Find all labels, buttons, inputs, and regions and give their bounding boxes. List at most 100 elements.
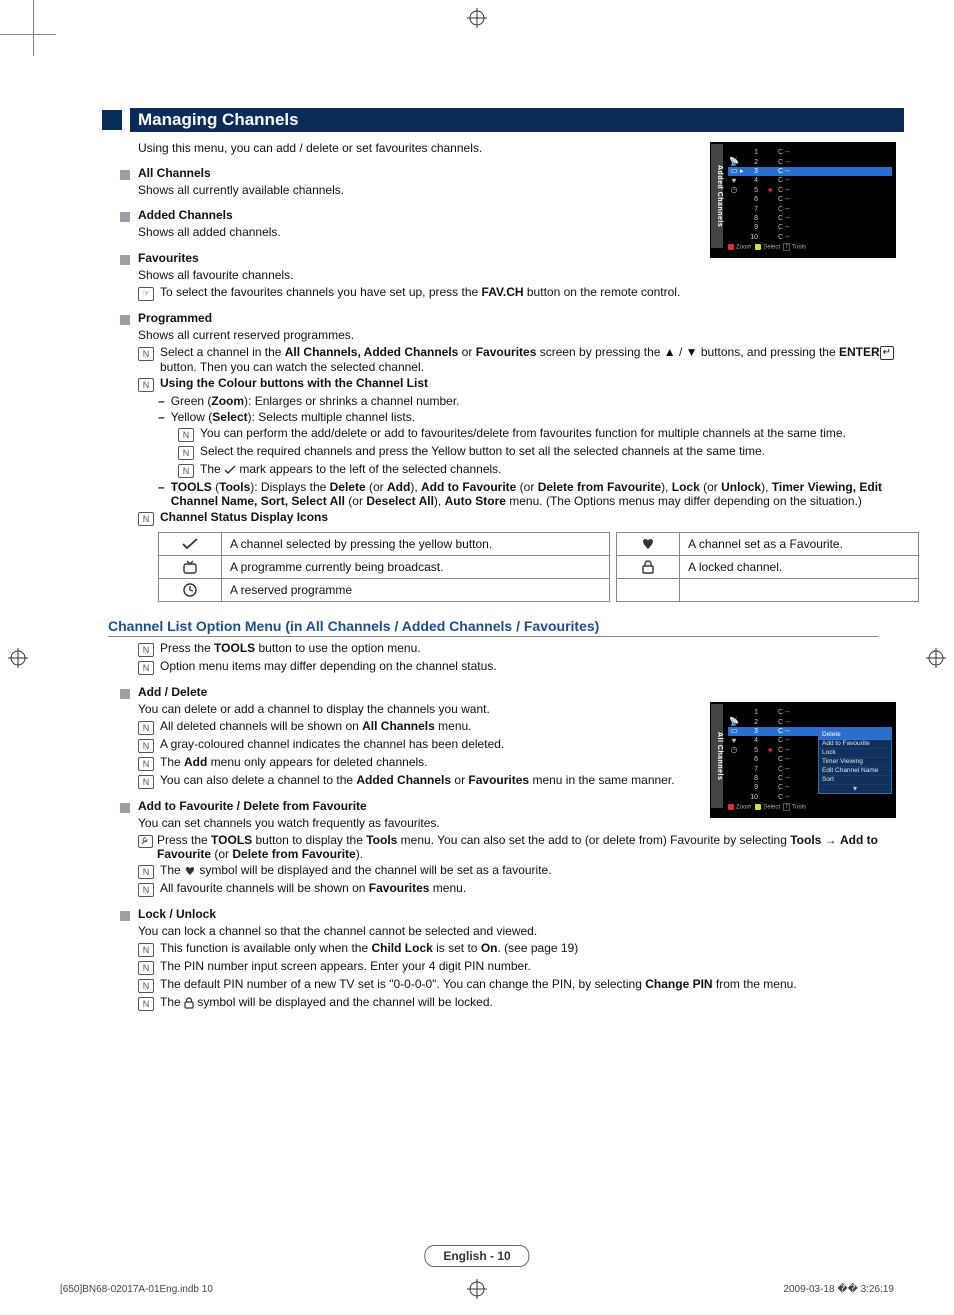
note-icon: N xyxy=(138,979,154,993)
sub-note2: Option menu items may differ depending o… xyxy=(160,659,904,673)
status-row1a: A channel selected by pressing the yello… xyxy=(222,532,610,555)
programmed-desc: Shows all current reserved programmes. xyxy=(138,327,919,343)
status-row2b: A locked channel. xyxy=(680,555,919,578)
dash-bullet: – xyxy=(158,394,165,408)
note-icon: N xyxy=(138,943,154,957)
tv-side-label: All Channels xyxy=(711,704,723,808)
note-icon: N xyxy=(138,643,154,657)
note-icon: N xyxy=(138,378,154,392)
registration-mark-icon xyxy=(924,646,948,670)
popup-item: Edit Channel Name xyxy=(819,767,891,776)
section-title: Managing Channels xyxy=(130,108,904,132)
hand-note-icon: ☞ xyxy=(138,287,154,301)
check-icon xyxy=(224,465,236,475)
heart-mark: ♥ xyxy=(768,186,778,195)
check-icon xyxy=(159,532,222,555)
note-icon: N xyxy=(138,997,154,1011)
enter-icon: ↵ xyxy=(880,346,894,360)
tv-screenshot-all-channels: All Channels 1C -- 📡2C -- ▭3C -- ♥4C -- … xyxy=(710,702,896,818)
dash-bullet: – xyxy=(158,480,165,508)
yellow-select-line: Yellow (Select): Selects multiple channe… xyxy=(171,410,919,424)
registration-mark-icon xyxy=(465,1277,489,1301)
popup-item: Lock xyxy=(819,749,891,758)
note-icon: N xyxy=(138,961,154,975)
square-bullet-icon xyxy=(120,689,130,699)
note-icon: N xyxy=(138,661,154,675)
popup-item: Add to Favourite xyxy=(819,740,891,749)
yellow-subnote2: Select the required channels and press t… xyxy=(200,444,919,458)
add-fav-t1: Press the TOOLS button to display the To… xyxy=(157,833,904,861)
registration-mark-icon xyxy=(465,6,489,30)
note-icon: N xyxy=(138,721,154,735)
tools-line: TOOLS (Tools): Displays the Delete (or A… xyxy=(171,480,919,508)
add-fav-title: Add to Favourite / Delete from Favourite xyxy=(138,799,367,813)
tv-icon xyxy=(159,555,222,578)
popup-more-arrow: ▾ xyxy=(819,785,891,793)
heart-icon xyxy=(184,866,196,876)
crop-mark xyxy=(33,0,34,56)
popup-item: Timer Viewing xyxy=(819,758,891,767)
tv-icon: ▭ xyxy=(728,727,740,735)
status-row3a: A reserved programme xyxy=(222,578,610,601)
note-icon: N xyxy=(138,865,154,879)
yellow-subnote1: You can perform the add/delete or add to… xyxy=(200,426,919,440)
lock-n1: This function is available only when the… xyxy=(160,941,904,955)
note-icon: N xyxy=(178,428,194,442)
note-icon: N xyxy=(138,347,154,361)
status-row1b: A channel set as a Favourite. xyxy=(680,532,919,555)
page-number: English - 10 xyxy=(424,1245,529,1267)
footer-right: 2009-03-18 �� 3:26:19 xyxy=(783,1284,894,1295)
heart-icon xyxy=(617,532,680,555)
favourites-desc: Shows all favourite channels. xyxy=(138,267,904,283)
sub-note1: Press the TOOLS button to use the option… xyxy=(160,641,904,655)
dash-bullet: – xyxy=(158,410,165,424)
tv-side-label: Added Channels xyxy=(711,144,723,248)
empty-icon-cell xyxy=(617,578,680,601)
note-icon: N xyxy=(138,739,154,753)
note-icon: N xyxy=(138,883,154,897)
all-channels-title: All Channels xyxy=(138,166,211,180)
status-row2a: A programme currently being broadcast. xyxy=(222,555,610,578)
tv-tools-popup: Delete Add to Favourite Lock Timer Viewi… xyxy=(818,730,892,794)
section-header: Managing Channels xyxy=(102,108,904,132)
status-icons-table: A channel selected by pressing the yello… xyxy=(158,532,919,602)
lock-n4: The symbol will be displayed and the cha… xyxy=(160,995,904,1009)
note-icon: N xyxy=(138,757,154,771)
add-fav-n2: The symbol will be displayed and the cha… xyxy=(160,863,904,877)
square-bullet-icon xyxy=(120,212,130,222)
registration-mark-icon xyxy=(6,646,30,670)
programmed-note1: Select a channel in the All Channels, Ad… xyxy=(160,345,919,374)
popup-item: Delete xyxy=(819,731,891,740)
colour-buttons-heading: Using the Colour buttons with the Channe… xyxy=(160,376,428,390)
favourites-title: Favourites xyxy=(138,251,199,265)
crop-mark xyxy=(0,34,56,35)
yellow-subnote3: The mark appears to the left of the sele… xyxy=(200,462,919,476)
tv-icon: ▭ xyxy=(728,167,740,175)
status-icons-heading: Channel Status Display Icons xyxy=(160,510,328,524)
add-delete-title: Add / Delete xyxy=(138,685,207,699)
square-bullet-icon xyxy=(120,803,130,813)
square-bullet-icon xyxy=(120,911,130,921)
note-icon: N xyxy=(178,446,194,460)
antenna-icon: 📡 xyxy=(728,158,740,166)
header-accent xyxy=(102,110,122,130)
heart-icon: ♥ xyxy=(728,737,740,745)
antenna-icon: 📡 xyxy=(728,718,740,726)
square-bullet-icon xyxy=(120,170,130,180)
heart-mark: ♥ xyxy=(768,746,778,755)
empty-cell xyxy=(680,578,919,601)
clock-icon: ◷ xyxy=(728,186,740,194)
footer-left: [650]BN68-02017A-01Eng.indb 10 xyxy=(60,1284,213,1295)
note-icon: N xyxy=(178,464,194,478)
programmed-title: Programmed xyxy=(138,311,212,325)
square-bullet-icon xyxy=(120,255,130,265)
sub-heading: Channel List Option Menu (in All Channel… xyxy=(108,618,878,637)
tv-screenshot-added-channels: Added Channels 1C -- 📡2C -- ▭▸3C -- ♥4C … xyxy=(710,142,896,258)
clock-icon: ◷ xyxy=(728,746,740,754)
lock-n2: The PIN number input screen appears. Ent… xyxy=(160,959,904,973)
lock-desc: You can lock a channel so that the chann… xyxy=(138,923,904,939)
add-fav-n3: All favourite channels will be shown on … xyxy=(160,881,904,895)
note-icon: N xyxy=(138,775,154,789)
lock-n3: The default PIN number of a new TV set i… xyxy=(160,977,904,991)
clock-icon xyxy=(159,578,222,601)
